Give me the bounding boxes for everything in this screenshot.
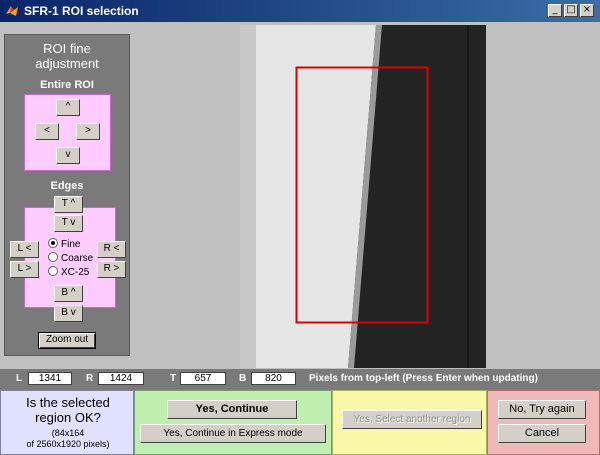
panel-title-line1: ROI fine [43, 41, 91, 56]
no-try-again-button[interactable]: No, Try again [498, 400, 586, 419]
roi-right-button[interactable]: > [76, 123, 100, 140]
image-view[interactable] [240, 25, 486, 368]
title-bar: SFR-1 ROI selection _ □ × [0, 0, 600, 22]
radio-fine-label: Fine [61, 239, 81, 250]
radio-unselected-icon [48, 252, 58, 262]
roi-up-button[interactable]: ^ [56, 99, 80, 116]
entire-roi-label: Entire ROI [40, 79, 94, 91]
radio-coarse-label: Coarse [61, 253, 94, 264]
r-label: R [86, 373, 94, 384]
question-section: Is the selected region OK? (84x164 of 25… [0, 390, 134, 455]
radio-unselected-icon [48, 266, 58, 276]
retry-section: No, Try again Cancel [487, 390, 600, 455]
yes-select-another-region-button[interactable]: Yes, Select another region [342, 410, 482, 429]
radio-coarse[interactable]: Coarse [48, 252, 93, 265]
entire-roi-box: ^ < > v [24, 94, 111, 171]
question-line2: region OK? [35, 410, 101, 425]
top-edge-down-button[interactable]: T v [54, 215, 83, 232]
bottom-edge-down-button[interactable]: B v [54, 305, 83, 322]
b-label: B [239, 373, 247, 384]
continue-section: Yes, Continue Yes, Continue in Express m… [134, 390, 332, 455]
radio-xc25[interactable]: XC-25 [48, 266, 89, 279]
select-another-section: Yes, Select another region [332, 390, 487, 455]
coordinate-bar: L 1341 R 1424 T 657 B 820 Pixels from to… [0, 369, 600, 390]
zoom-out-button[interactable]: Zoom out [38, 332, 96, 349]
radio-xc25-label: XC-25 [61, 267, 90, 278]
matlab-icon [6, 6, 18, 16]
yes-express-mode-button[interactable]: Yes, Continue in Express mode [140, 424, 326, 443]
coordinate-hint: Pixels from top-left (Press Enter when u… [309, 373, 538, 384]
question-line1: Is the selected [26, 395, 110, 410]
minimize-button[interactable]: _ [548, 4, 562, 17]
top-edge-up-button[interactable]: T ^ [54, 196, 83, 213]
right-edge-right-button[interactable]: R > [97, 261, 126, 278]
r-coordinate-input[interactable]: 1424 [98, 372, 144, 385]
radio-fine[interactable]: Fine [48, 238, 80, 251]
cancel-button[interactable]: Cancel [498, 424, 586, 443]
edges-label: Edges [50, 180, 84, 192]
left-edge-left-button[interactable]: L < [10, 241, 39, 258]
yes-continue-button[interactable]: Yes, Continue [167, 400, 297, 419]
t-label: T [170, 373, 177, 384]
roi-size-line2: of 2560x1920 pixels) [26, 439, 110, 449]
roi-left-button[interactable]: < [35, 123, 59, 140]
right-edge-left-button[interactable]: R < [97, 241, 126, 258]
b-coordinate-input[interactable]: 820 [251, 372, 296, 385]
l-coordinate-input[interactable]: 1341 [28, 372, 72, 385]
left-edge-right-button[interactable]: L > [10, 261, 39, 278]
radio-selected-icon [48, 238, 58, 248]
question-text: Is the selected region OK? [1, 395, 135, 425]
roi-fine-adjustment-panel: ROI fine adjustment Entire ROI ^ < > v E… [4, 34, 130, 356]
l-label: L [16, 373, 23, 384]
panel-title-line2: adjustment [35, 56, 99, 71]
roi-size-text: (84x164 of 2560x1920 pixels) [1, 428, 135, 450]
slanted-edge-image [240, 25, 486, 368]
close-button[interactable]: × [580, 4, 594, 17]
bottom-edge-up-button[interactable]: B ^ [54, 285, 83, 302]
roi-down-button[interactable]: v [56, 147, 80, 164]
roi-size-line1: (84x164 [51, 428, 85, 438]
maximize-button[interactable]: □ [564, 4, 578, 17]
t-coordinate-input[interactable]: 657 [180, 372, 226, 385]
window-title: SFR-1 ROI selection [24, 4, 139, 18]
